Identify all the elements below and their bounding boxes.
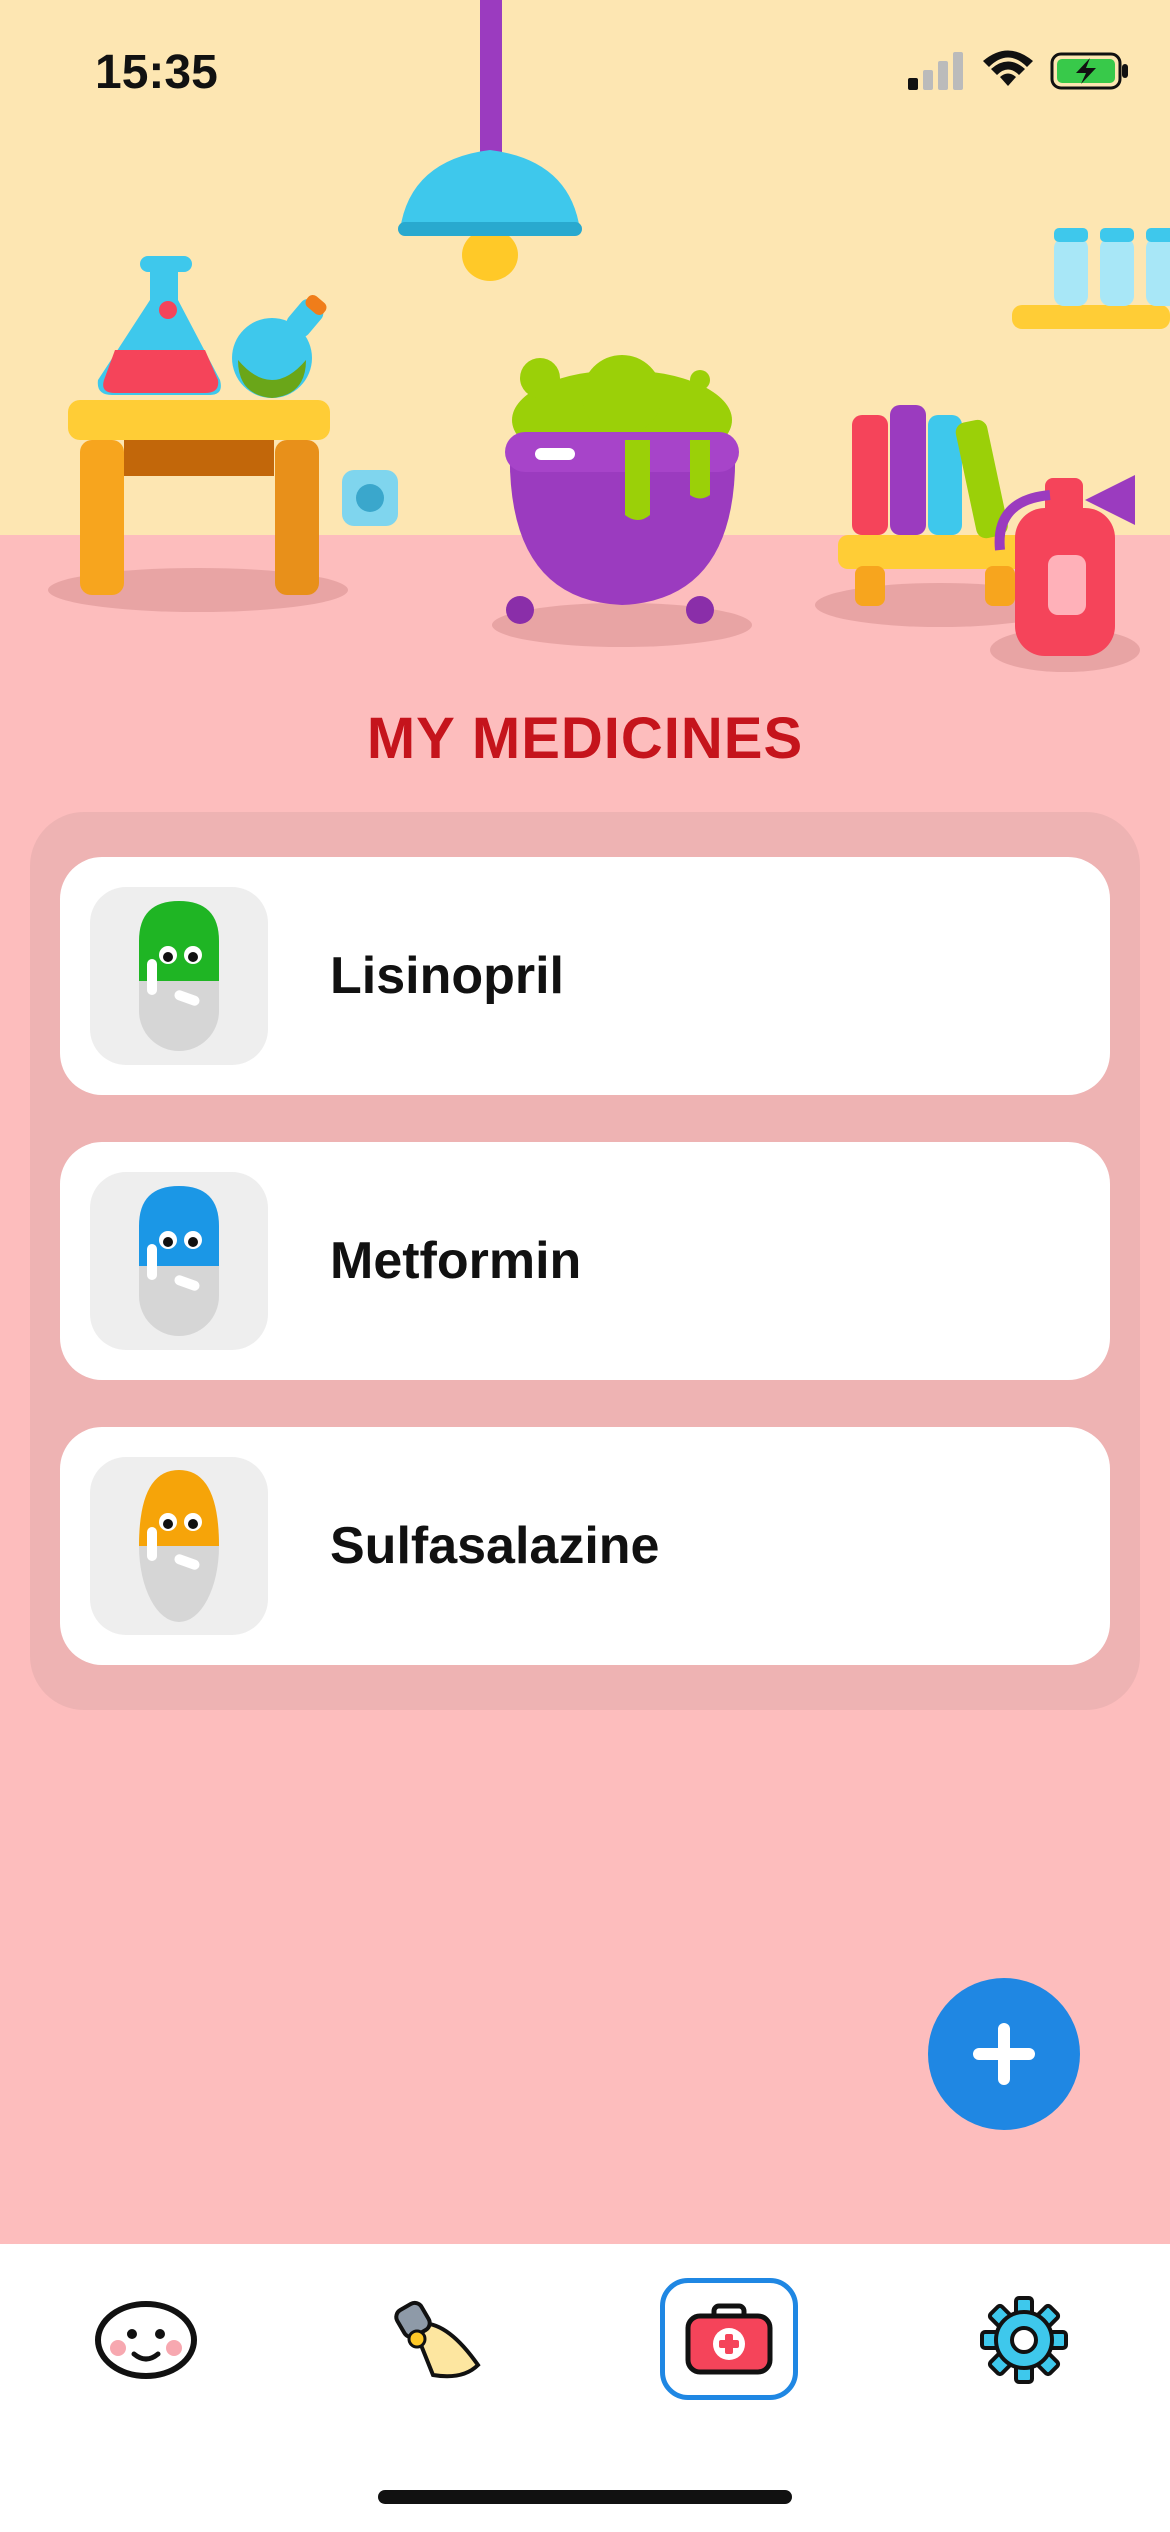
- scene-drawing: [48, 0, 1170, 672]
- face-icon: [95, 2301, 197, 2379]
- medicine-name: Metformin: [330, 1232, 582, 1290]
- tab-discover[interactable]: [368, 2278, 508, 2402]
- battery-charging-icon: [1050, 52, 1128, 90]
- medicine-name: Sulfasalazine: [330, 1517, 660, 1575]
- add-medicine-button[interactable]: [928, 1978, 1080, 2130]
- tab-bar: [0, 2244, 1170, 2532]
- status-icons: [906, 50, 1130, 90]
- header-illustration: [0, 0, 1170, 735]
- home-indicator: [378, 2490, 792, 2504]
- medicine-item[interactable]: Lisinopril: [60, 857, 1110, 1095]
- status-time: 15:35: [95, 46, 218, 99]
- pill-icon: [139, 1186, 219, 1336]
- lamp-icon: [394, 2300, 481, 2379]
- pill-icon: [139, 1470, 219, 1622]
- plus-icon: [973, 2023, 1035, 2085]
- pill-avatar: [90, 1172, 268, 1350]
- pill-icon: [139, 901, 219, 1051]
- pill-avatar: [90, 887, 268, 1065]
- medicine-item[interactable]: Sulfasalazine: [60, 1427, 1110, 1665]
- page-title: MY MEDICINES: [366, 706, 804, 771]
- pill-avatar: [90, 1457, 268, 1635]
- tab-medicines[interactable]: [660, 2278, 798, 2400]
- medicine-list: Lisinopril Metformin Sulfasalazine: [30, 812, 1140, 1710]
- medicine-item[interactable]: Metformin: [60, 1142, 1110, 1380]
- cellular-signal-icon: [908, 52, 963, 90]
- medicine-name: Lisinopril: [330, 947, 564, 1005]
- wifi-icon: [983, 50, 1033, 86]
- tab-settings[interactable]: [954, 2278, 1094, 2402]
- tab-profile[interactable]: [76, 2278, 216, 2402]
- gear-icon: [980, 2296, 1068, 2384]
- medkit-icon: [685, 2303, 773, 2375]
